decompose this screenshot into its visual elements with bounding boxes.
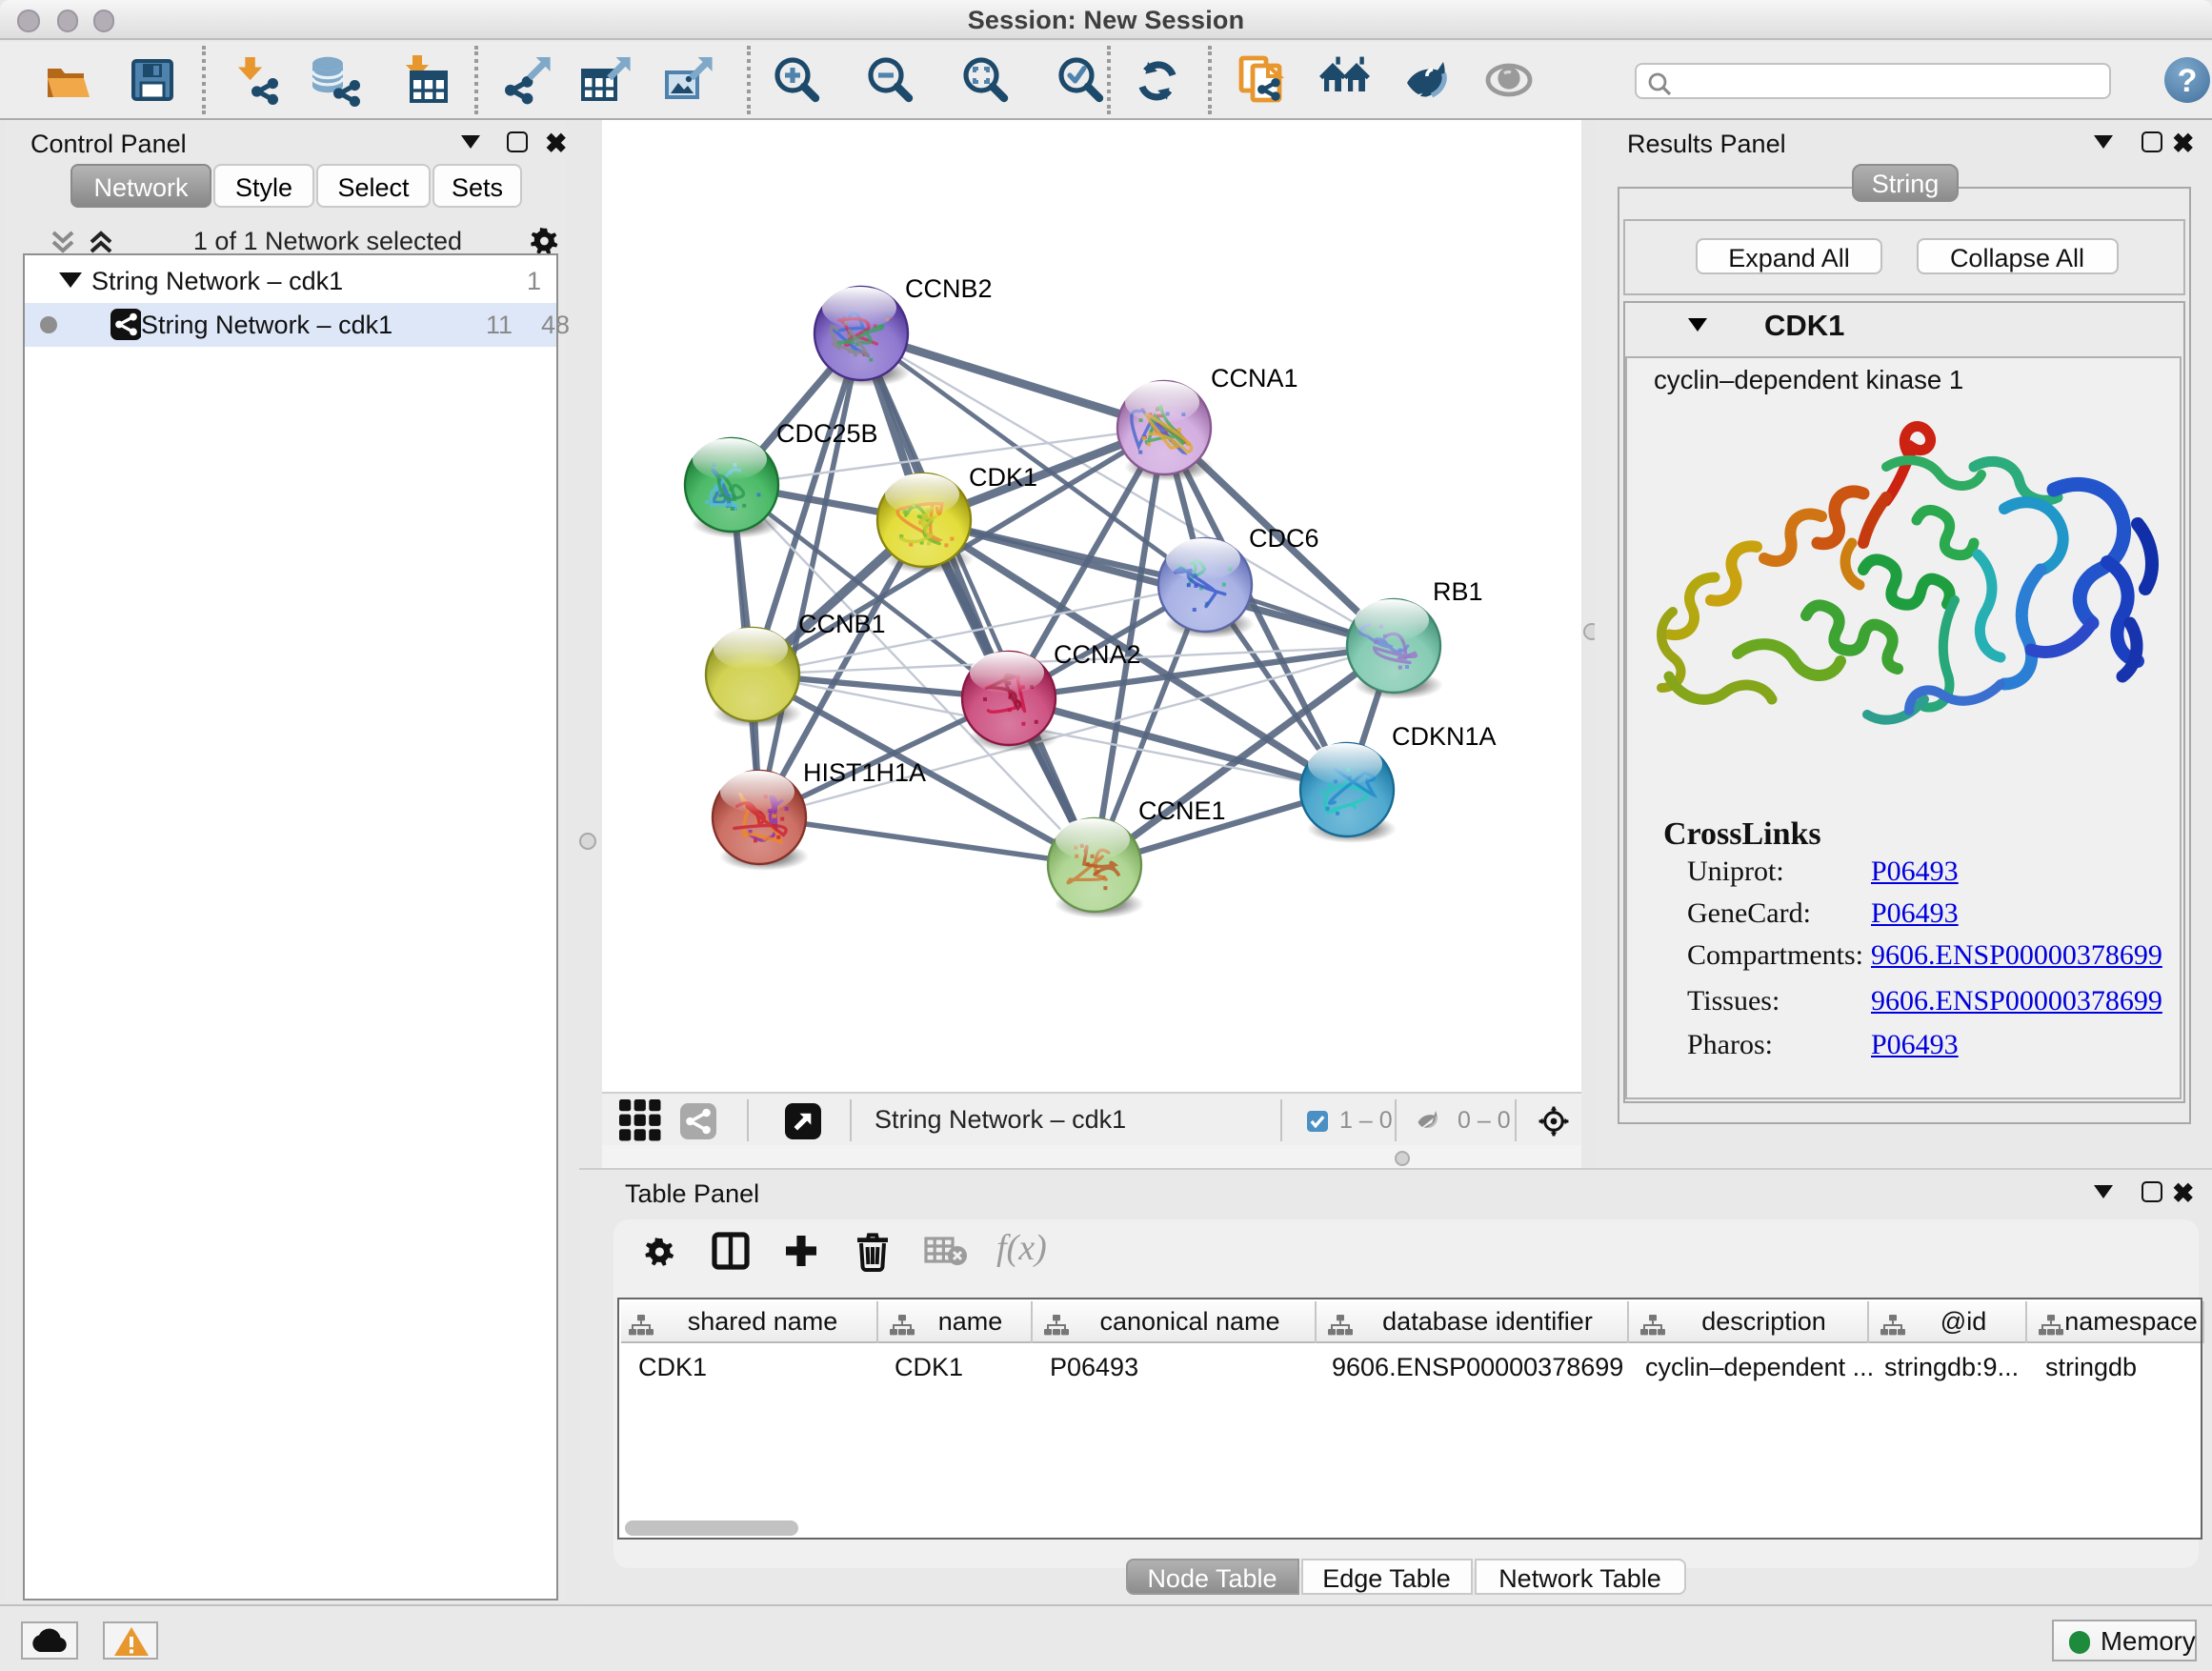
svg-text:CDKN1A: CDKN1A [1392, 722, 1497, 751]
svg-text:?: ? [2178, 63, 2198, 99]
svg-text:CCNE1: CCNE1 [1138, 796, 1226, 825]
svg-text:RB1: RB1 [1433, 577, 1483, 606]
svg-text:CCNA1: CCNA1 [1211, 364, 1298, 393]
svg-text:CDC6: CDC6 [1249, 524, 1319, 553]
svg-text:CDK1: CDK1 [969, 463, 1037, 492]
svg-text:CCNA2: CCNA2 [1054, 640, 1141, 669]
svg-text:HIST1H1A: HIST1H1A [803, 758, 926, 787]
svg-text:CCNB1: CCNB1 [798, 610, 886, 638]
svg-text:CDC25B: CDC25B [776, 419, 878, 448]
svg-text:CCNB2: CCNB2 [905, 274, 993, 303]
